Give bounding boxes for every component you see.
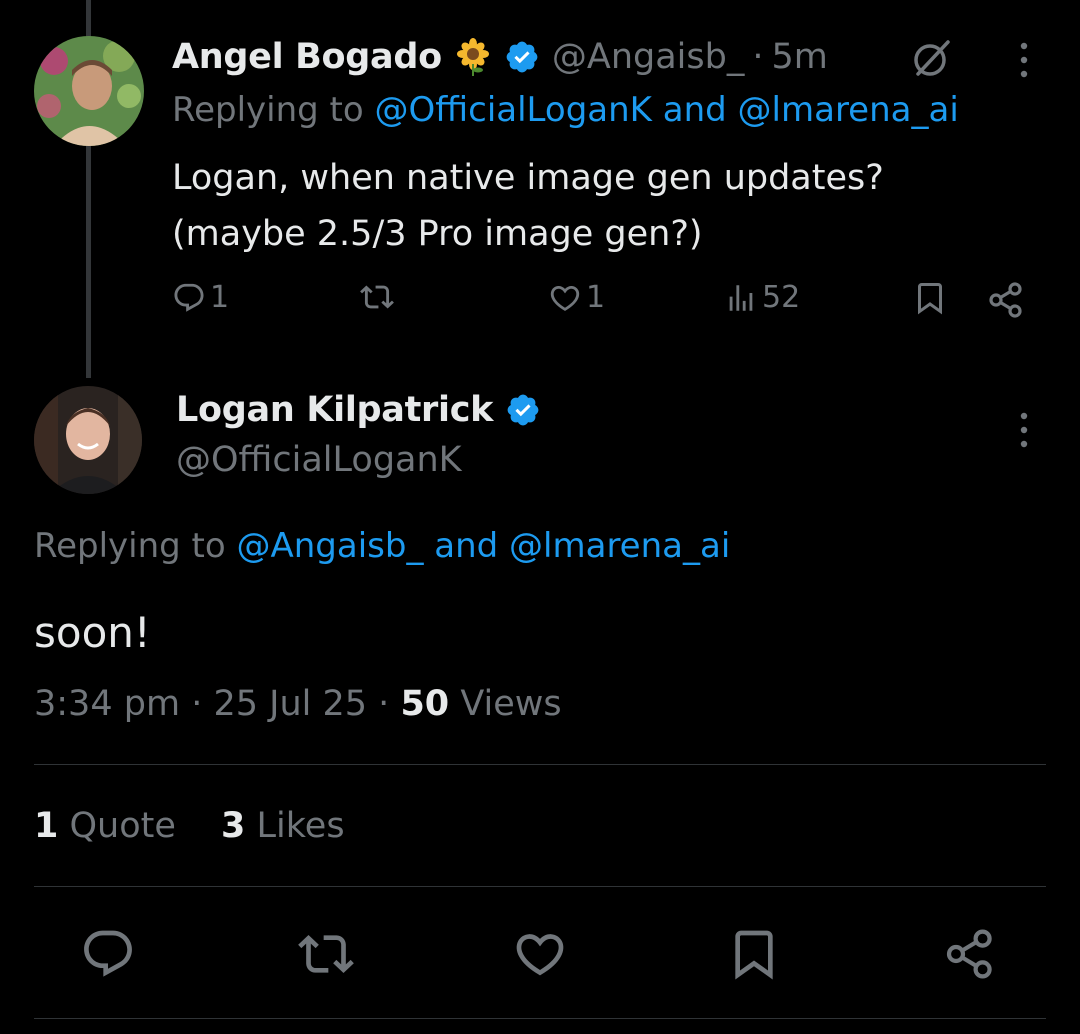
bookmark-icon <box>912 280 948 316</box>
views-count: 50 <box>400 684 450 724</box>
replying-to: Replying to @OfficialLoganK and @lmarena… <box>172 90 959 130</box>
separator-dot: · <box>191 684 203 724</box>
repost-icon <box>298 935 354 986</box>
likes-count: 3 <box>221 806 246 846</box>
divider <box>34 1018 1046 1019</box>
quotes-stat[interactable]: 1 Quote <box>34 806 176 846</box>
repost-button[interactable] <box>298 926 354 982</box>
tweet-date[interactable]: 25 Jul 25 <box>213 684 367 724</box>
verified-badge-icon <box>505 392 541 428</box>
reply-icon <box>80 930 136 986</box>
repost-icon <box>360 280 394 314</box>
tweet-meta: 3:34 pm · 25 Jul 25 · 50 Views <box>34 684 562 724</box>
share-button[interactable] <box>942 926 998 982</box>
more-icon[interactable] <box>1018 40 1030 80</box>
quotes-label: Quote <box>69 806 176 846</box>
timestamp[interactable]: 5m <box>771 37 827 77</box>
views-label: Views <box>460 684 562 724</box>
handle[interactable]: @Angaisb_ <box>552 37 744 77</box>
avatar[interactable] <box>34 36 144 146</box>
likes-stat[interactable]: 3 Likes <box>221 806 345 846</box>
divider <box>34 886 1046 887</box>
tweet-text: Logan, when native image gen updates? (m… <box>172 150 1032 262</box>
reply-tweet-header: Angel Bogado @Angaisb_ · 5m <box>172 32 828 82</box>
divider <box>34 764 1046 765</box>
reply-count: 1 <box>210 280 230 315</box>
tweet-detail-page: Angel Bogado @Angaisb_ · 5m Replying to … <box>0 0 1080 1034</box>
share-icon <box>986 280 1026 320</box>
like-button[interactable]: 1 <box>548 280 605 315</box>
separator-dot: · <box>378 684 390 724</box>
replying-to-prefix: Replying to <box>34 526 237 566</box>
tweet-time[interactable]: 3:34 pm <box>34 684 180 724</box>
views-count: 52 <box>762 280 801 315</box>
views-icon <box>724 281 758 315</box>
engagement-stats: 1 Quote 3 Likes <box>34 806 379 846</box>
bookmark-button[interactable] <box>726 926 782 982</box>
tweet-text-line: Logan, when native image gen updates? <box>172 158 884 198</box>
separator-dot: · <box>752 37 764 77</box>
views-button[interactable]: 52 <box>724 280 800 315</box>
tweet-text-line: (maybe 2.5/3 Pro image gen?) <box>172 214 703 254</box>
tweet-text: soon! <box>34 608 151 657</box>
replying-to-users[interactable]: @Angaisb_ and @lmarena_ai <box>237 526 731 566</box>
bookmark-button[interactable] <box>912 280 948 316</box>
reply-icon <box>172 281 206 315</box>
like-button[interactable] <box>512 926 568 982</box>
replying-to: Replying to @Angaisb_ and @lmarena_ai <box>34 526 730 566</box>
verified-badge-icon <box>504 39 540 75</box>
share-icon <box>942 929 998 986</box>
grok-icon[interactable] <box>908 34 956 82</box>
avatar[interactable] <box>34 386 142 494</box>
replying-to-users[interactable]: @OfficialLoganK and @lmarena_ai <box>375 90 959 130</box>
repost-button[interactable] <box>360 280 394 314</box>
display-name[interactable]: Logan Kilpatrick <box>176 390 493 430</box>
main-tweet-name-row: Logan Kilpatrick <box>176 390 541 430</box>
tweet-actions: 1 1 52 <box>172 280 1032 330</box>
share-button[interactable] <box>986 280 1026 320</box>
sunflower-emoji-icon <box>454 38 492 76</box>
more-icon[interactable] <box>1018 410 1030 450</box>
replying-to-prefix: Replying to <box>172 90 375 130</box>
reply-button[interactable] <box>80 926 136 982</box>
handle[interactable]: @OfficialLoganK <box>176 440 462 480</box>
likes-label: Likes <box>256 806 345 846</box>
display-name[interactable]: Angel Bogado <box>172 37 442 77</box>
quotes-count: 1 <box>34 806 59 846</box>
like-count: 1 <box>586 280 606 315</box>
heart-icon <box>512 934 568 986</box>
reply-button[interactable]: 1 <box>172 280 229 315</box>
heart-icon <box>548 281 582 315</box>
bookmark-icon <box>726 930 782 986</box>
